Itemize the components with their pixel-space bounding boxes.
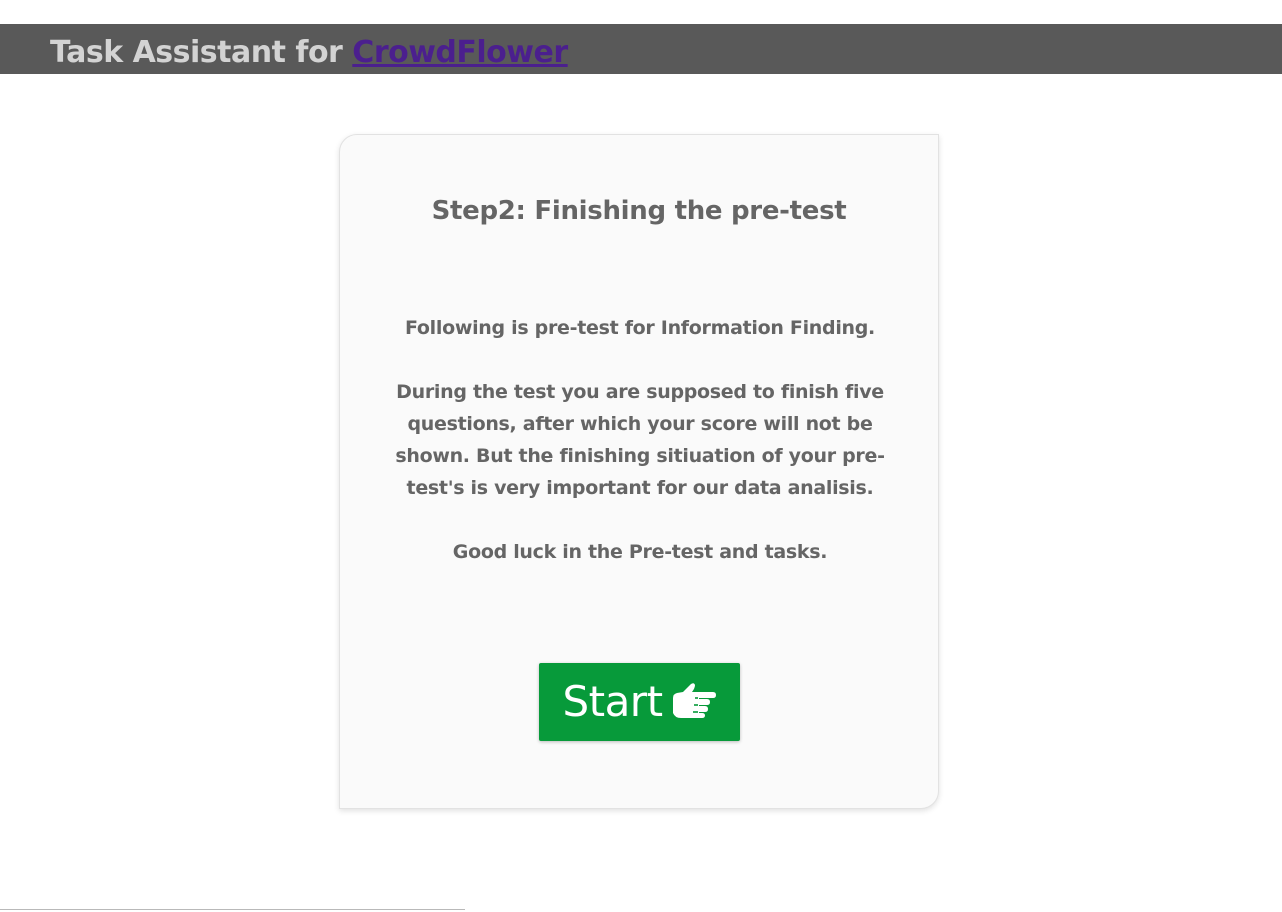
intro-text: Following is pre-test for Information Fi… (405, 317, 875, 339)
instructions-text: During the test you are supposed to fini… (395, 381, 885, 499)
bottom-divider (0, 909, 465, 910)
start-button[interactable]: Start (539, 663, 740, 741)
step-heading: Step2: Finishing the pre-test (431, 196, 847, 226)
app-title-prefix: Task Assistant for (50, 35, 353, 70)
start-button-label: Start (562, 677, 663, 726)
crowdflower-link[interactable]: CrowdFlower (352, 35, 568, 70)
pointing-hand-icon (669, 680, 717, 724)
app-title: Task Assistant for CrowdFlower (50, 35, 568, 71)
good-luck-text: Good luck in the Pre-test and tasks. (452, 541, 828, 563)
pretest-card: Step2: Finishing the pre-test Following … (339, 134, 939, 809)
header-bar: Task Assistant for CrowdFlower (0, 24, 1282, 74)
